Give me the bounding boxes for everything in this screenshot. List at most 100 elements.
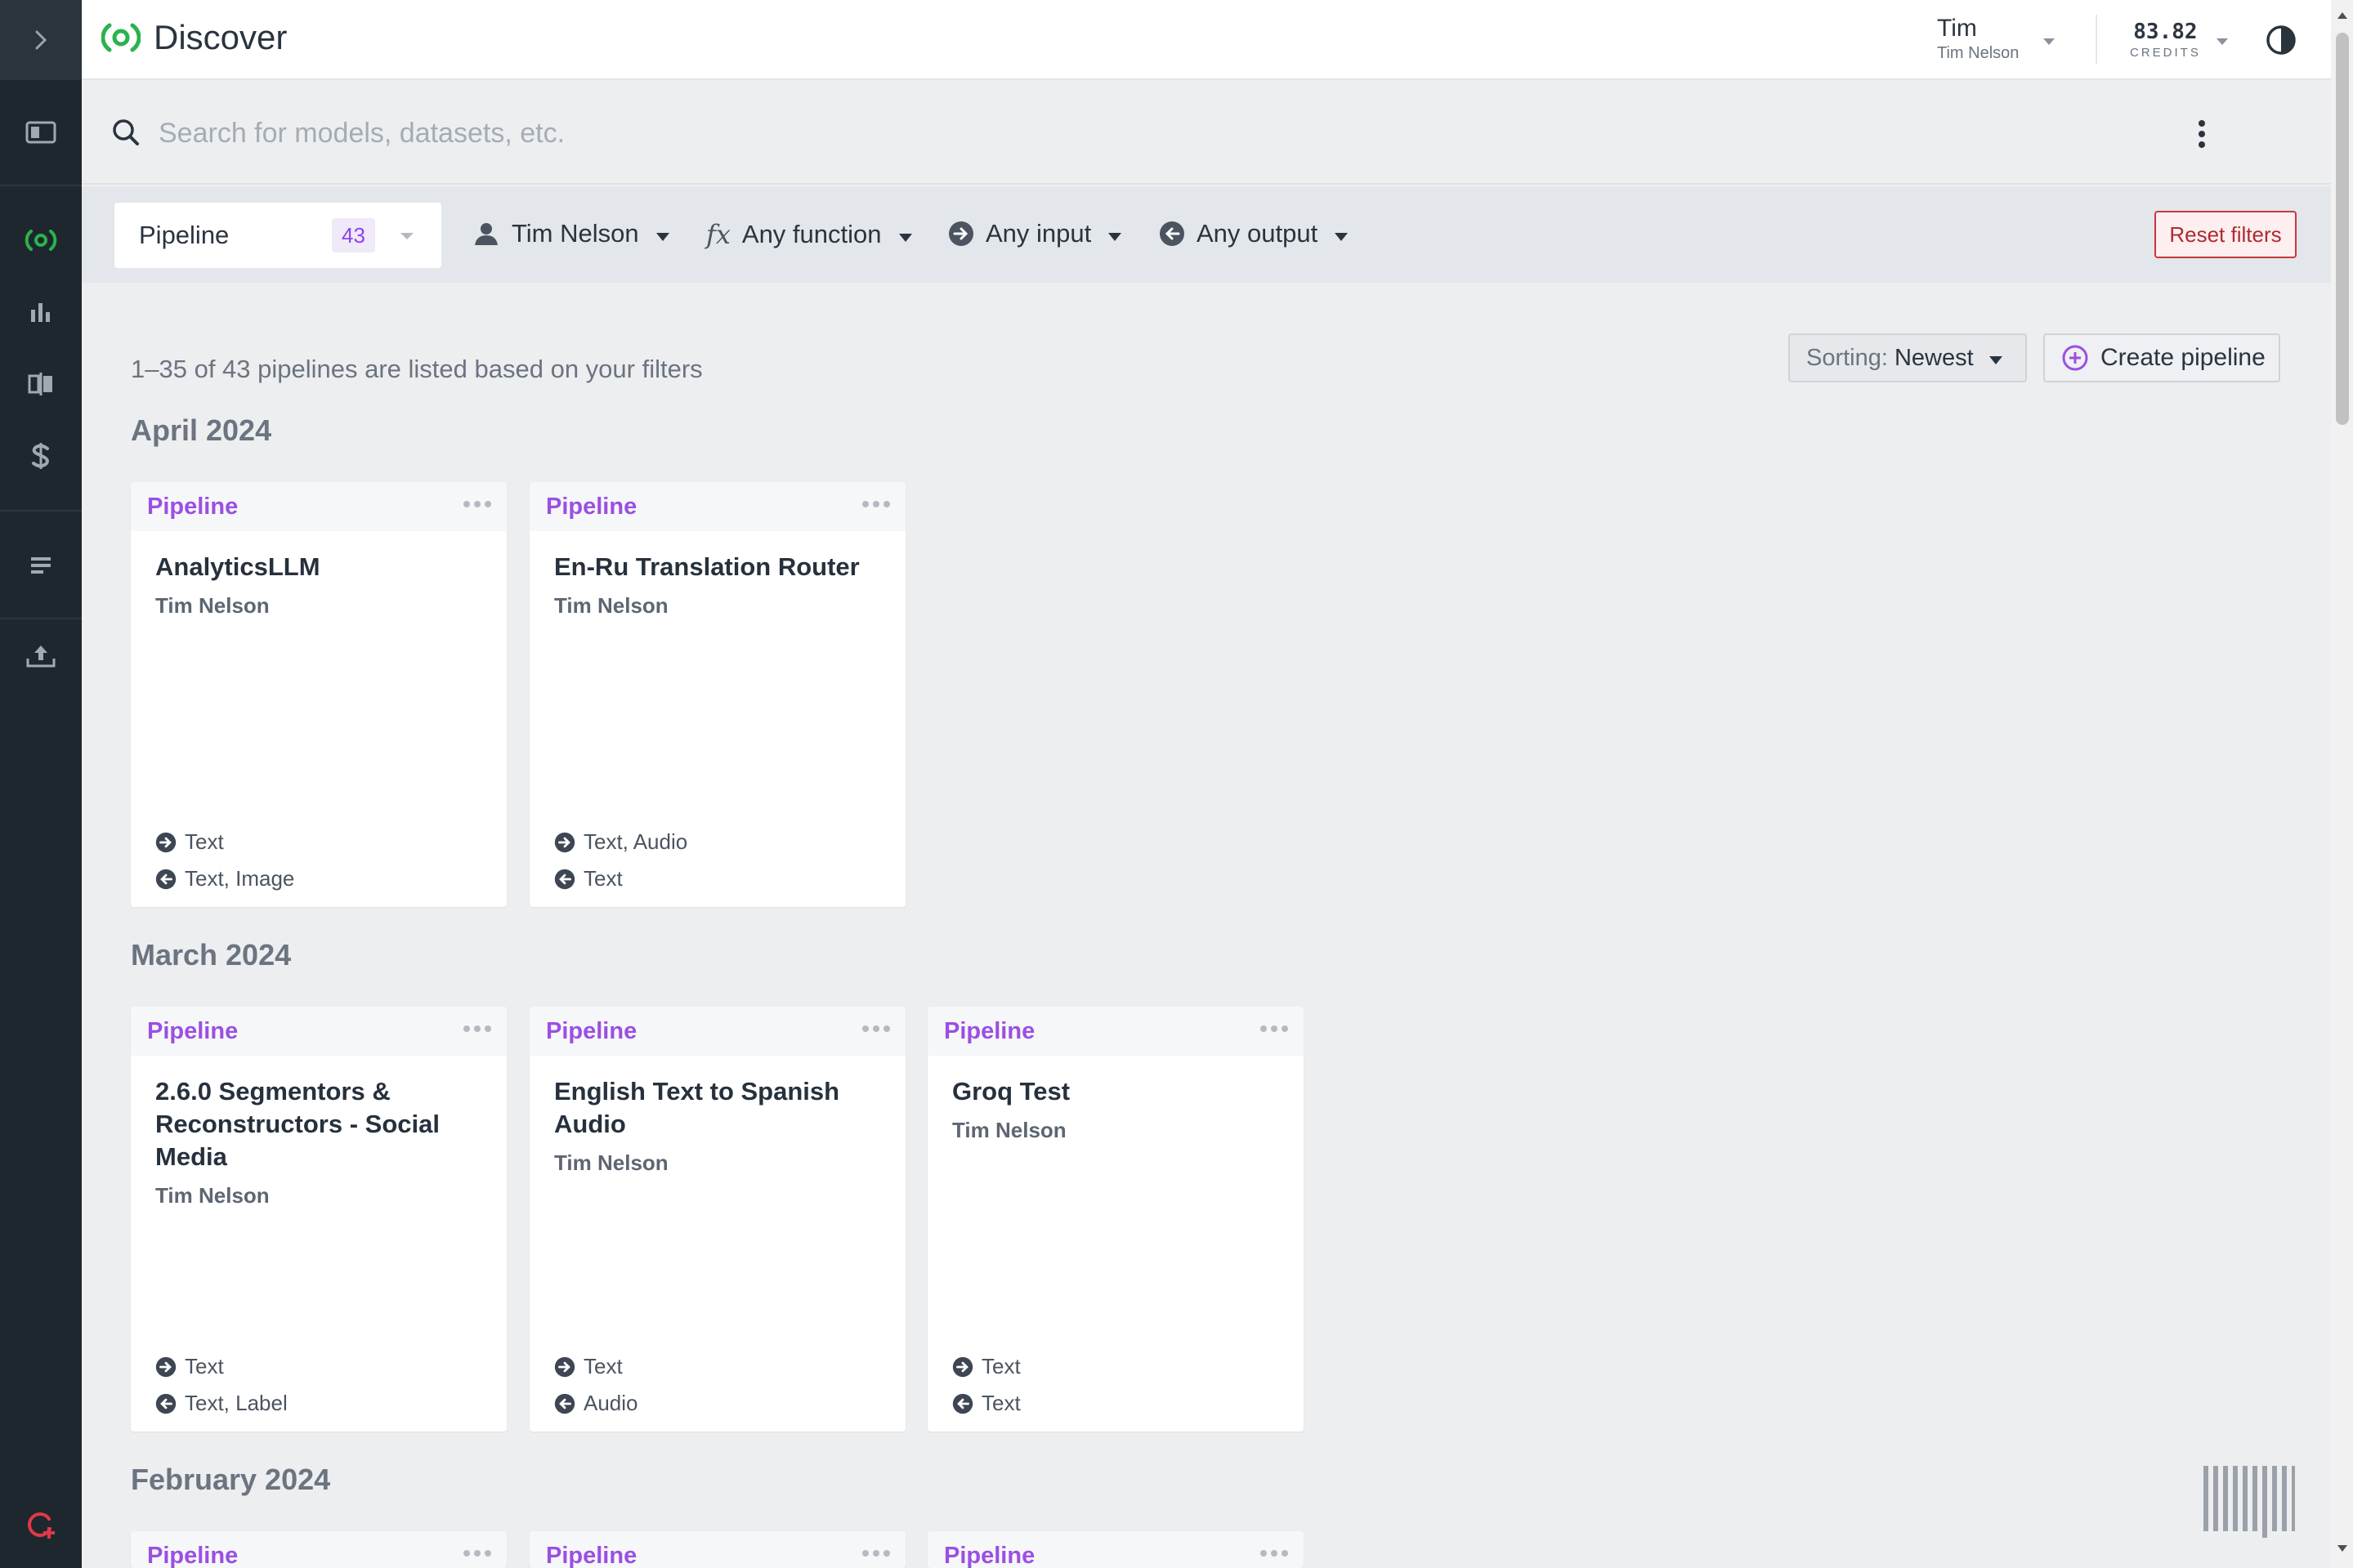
month-heading: April 2024 <box>131 413 272 447</box>
upload-icon <box>26 646 56 668</box>
card-options-button[interactable] <box>861 498 891 513</box>
reset-filters-button[interactable]: Reset filters <box>2154 211 2297 258</box>
card-output: Audio <box>554 1391 638 1416</box>
card-input-label: Text, Audio <box>584 829 688 854</box>
card-input-label: Text <box>584 1354 623 1378</box>
card-input: Text, Audio <box>554 829 687 855</box>
card-type-label: Pipeline <box>546 1017 637 1044</box>
more-options-button[interactable] <box>2197 119 2207 153</box>
card-title[interactable]: English Text to Spanish Audio <box>530 1056 906 1141</box>
page-scrollbar[interactable] <box>2331 0 2353 1568</box>
sidebar-item-compare[interactable] <box>0 348 82 420</box>
card-output: Text <box>554 866 623 891</box>
chart-icon <box>31 303 50 322</box>
theme-toggle-button[interactable] <box>2266 25 2297 60</box>
pipeline-card[interactable]: Pipeline Groq Test Tim Nelson Text Text <box>928 1007 1304 1432</box>
card-options-button[interactable] <box>1259 1023 1289 1038</box>
caret-down-icon <box>1107 219 1122 248</box>
card-options-button[interactable] <box>1259 1548 1289 1562</box>
function-filter[interactable]: fx Any function <box>706 219 913 250</box>
card-options-button[interactable] <box>463 498 492 513</box>
plus-circle-icon <box>2061 344 2089 372</box>
card-input-label: Text <box>185 829 224 854</box>
arrow-right-circle-icon <box>948 221 974 247</box>
card-type-label: Pipeline <box>546 1542 637 1568</box>
arrow-left-circle-icon <box>155 1393 177 1414</box>
chevron-right-icon <box>35 30 47 50</box>
scrollbar-thumb[interactable] <box>2336 33 2349 425</box>
page-title: Discover <box>154 18 288 56</box>
create-pipeline-button[interactable]: Create pipeline <box>2043 333 2280 382</box>
sidebar-item-support[interactable] <box>0 1489 82 1561</box>
card-input: Text <box>155 1354 224 1379</box>
card-title[interactable]: En-Ru Translation Router <box>530 531 906 583</box>
card-title[interactable]: 2.6.0 Segmentors & Reconstructors - Soci… <box>131 1056 507 1173</box>
owner-filter-label: Tim Nelson <box>512 219 639 248</box>
card-options-button[interactable] <box>861 1548 891 1562</box>
scroll-down-arrow-icon[interactable] <box>2336 1543 2349 1557</box>
sidebar-item-upload[interactable] <box>0 619 82 691</box>
card-output: Text, Label <box>155 1391 288 1416</box>
input-filter-label: Any input <box>986 219 1092 248</box>
user-menu-caret[interactable] <box>2042 36 2056 51</box>
card-output: Text, Image <box>155 866 294 891</box>
caret-down-icon <box>2043 38 2055 45</box>
card-type-label: Pipeline <box>147 493 239 520</box>
card-header: Pipeline <box>530 1007 906 1056</box>
owner-filter[interactable]: Tim Nelson <box>472 219 670 248</box>
sidebar-toggle-button[interactable] <box>0 0 82 80</box>
dollar-icon <box>32 443 49 469</box>
card-header: Pipeline <box>131 1007 507 1056</box>
type-filter-select[interactable]: Pipeline 43 <box>114 203 441 268</box>
pipeline-card[interactable]: Pipeline En-Ru Translation Router Tim Ne… <box>530 482 906 907</box>
card-output-label: Text, Label <box>185 1391 288 1415</box>
barcode-icon[interactable] <box>2202 1463 2297 1541</box>
pipeline-card[interactable]: Pipeline English Text to Spanish Audio T… <box>530 1007 906 1432</box>
sidebar-item-analytics[interactable] <box>0 276 82 348</box>
arrow-left-circle-icon <box>554 869 575 890</box>
card-input: Text <box>554 1354 623 1379</box>
card-options-button[interactable] <box>861 1023 891 1038</box>
sidebar-item-panels[interactable] <box>0 96 82 168</box>
output-filter-label: Any output <box>1197 219 1318 248</box>
sorting-dropdown[interactable]: Sorting: Newest <box>1788 333 2027 382</box>
output-filter[interactable]: Any output <box>1159 219 1349 248</box>
support-icon <box>28 1512 55 1539</box>
pipeline-card[interactable]: Pipeline <box>530 1531 906 1568</box>
card-author: Tim Nelson <box>155 593 270 618</box>
card-output-label: Audio <box>584 1391 638 1415</box>
credits-display[interactable]: 83.82 CREDITS <box>2130 20 2201 60</box>
sidebar-item-billing[interactable] <box>0 420 82 492</box>
pipeline-card[interactable]: Pipeline <box>131 1531 507 1568</box>
card-title[interactable]: AnalyticsLLM <box>131 531 507 583</box>
user-menu[interactable]: Tim Tim Nelson <box>1937 15 2019 63</box>
function-icon: fx <box>706 219 731 250</box>
arrow-right-circle-icon <box>952 1356 973 1378</box>
function-filter-label: Any function <box>741 220 882 248</box>
card-output-label: Text <box>584 866 623 891</box>
pipeline-card[interactable]: Pipeline AnalyticsLLM Tim Nelson Text Te… <box>131 482 507 907</box>
input-filter[interactable]: Any input <box>948 219 1122 248</box>
card-options-button[interactable] <box>463 1548 492 1562</box>
card-type-label: Pipeline <box>546 493 637 520</box>
credits-caret[interactable] <box>2215 36 2230 51</box>
arrow-right-circle-icon <box>554 832 575 853</box>
scroll-up-arrow-icon[interactable] <box>2336 10 2349 25</box>
sidebar-item-discover[interactable] <box>0 204 82 276</box>
top-bar: Discover Tim Tim Nelson 83.82 CREDITS <box>82 0 2331 80</box>
card-title[interactable]: Groq Test <box>928 1056 1304 1108</box>
card-options-button[interactable] <box>463 1023 492 1038</box>
card-output-label: Text <box>982 1391 1021 1415</box>
card-output: Text <box>952 1391 1021 1416</box>
search-input[interactable] <box>159 111 2202 155</box>
card-input: Text <box>155 829 224 855</box>
pipeline-card[interactable]: Pipeline <box>928 1531 1304 1568</box>
sidebar-divider <box>0 185 82 186</box>
card-type-label: Pipeline <box>944 1542 1036 1568</box>
card-type-label: Pipeline <box>944 1017 1036 1044</box>
chevron-down-icon <box>399 230 415 245</box>
pipeline-card[interactable]: Pipeline 2.6.0 Segmentors & Reconstructo… <box>131 1007 507 1432</box>
sidebar <box>0 0 82 1568</box>
more-horizontal-icon <box>862 1025 890 1032</box>
sidebar-item-list[interactable] <box>0 529 82 601</box>
